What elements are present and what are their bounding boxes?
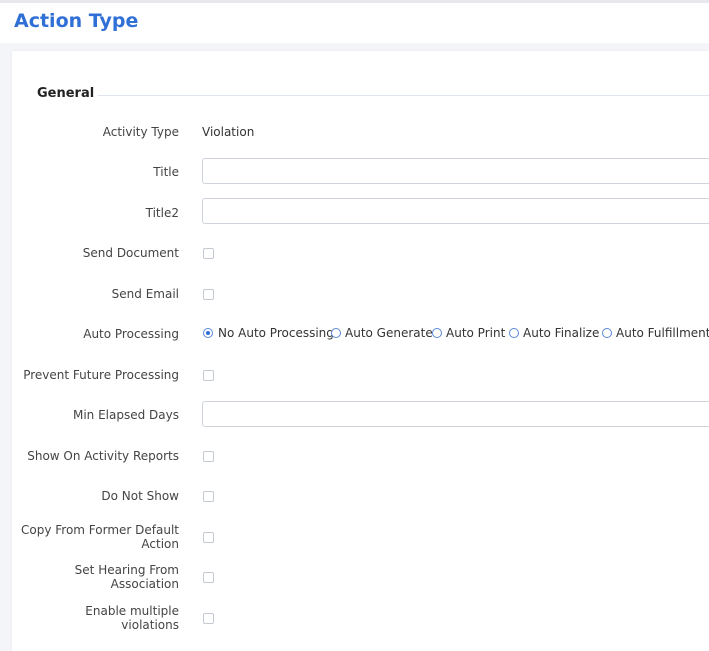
radio-icon: [331, 328, 341, 338]
label-line: Association: [110, 577, 179, 591]
radio-checked-icon: [203, 328, 213, 338]
label-line: Action: [141, 537, 179, 551]
radio-label: Auto Fulfillment: [616, 326, 709, 340]
auto-processing-label: Auto Processing: [83, 327, 179, 341]
do-not-show-checkbox[interactable]: [203, 491, 214, 502]
title-input[interactable]: [202, 158, 709, 184]
set-hearing-from-association-label: Set Hearing From Association: [9, 563, 179, 591]
activity-type-label: Activity Type: [102, 125, 179, 139]
radio-label: Auto Generate: [345, 326, 433, 340]
page-title: Action Type: [14, 10, 139, 32]
min-elapsed-days-label: Min Elapsed Days: [72, 408, 179, 422]
radio-icon: [602, 328, 612, 338]
label-line: Enable multiple: [85, 604, 179, 618]
prevent-future-processing-label: Prevent Future Processing: [23, 368, 179, 382]
radio-label: No Auto Processing: [218, 326, 334, 340]
show-on-activity-reports-label: Show On Activity Reports: [27, 449, 179, 463]
label-line: Copy From Former Default: [20, 523, 179, 537]
send-email-label: Send Email: [111, 287, 179, 301]
form-card: [12, 51, 709, 651]
set-hearing-from-association-checkbox[interactable]: [203, 572, 214, 583]
send-document-label: Send Document: [82, 246, 179, 260]
radio-icon: [509, 328, 519, 338]
copy-from-former-default-action-label: Copy From Former Default Action: [9, 523, 179, 551]
title2-input[interactable]: [202, 198, 709, 224]
radio-label: Auto Print: [446, 326, 506, 340]
page-header: Action Type: [0, 3, 709, 43]
radio-icon: [432, 328, 442, 338]
prevent-future-processing-checkbox[interactable]: [203, 370, 214, 381]
section-title: General: [37, 86, 95, 101]
radio-label: Auto Finalize: [523, 326, 600, 340]
send-email-checkbox[interactable]: [203, 289, 214, 300]
enable-multiple-violations-checkbox[interactable]: [203, 613, 214, 624]
copy-from-former-default-action-checkbox[interactable]: [203, 532, 214, 543]
section-divider: [98, 95, 709, 96]
label-line: violations: [121, 618, 179, 632]
activity-type-value: Violation: [202, 125, 255, 139]
title-label: Title: [153, 165, 179, 179]
title2-label: Title2: [145, 206, 179, 220]
do-not-show-label: Do Not Show: [101, 489, 179, 503]
show-on-activity-reports-checkbox[interactable]: [203, 451, 214, 462]
min-elapsed-days-input[interactable]: [202, 401, 709, 427]
label-line: Set Hearing From: [74, 563, 179, 577]
enable-multiple-violations-label: Enable multiple violations: [9, 604, 179, 632]
send-document-checkbox[interactable]: [203, 248, 214, 259]
